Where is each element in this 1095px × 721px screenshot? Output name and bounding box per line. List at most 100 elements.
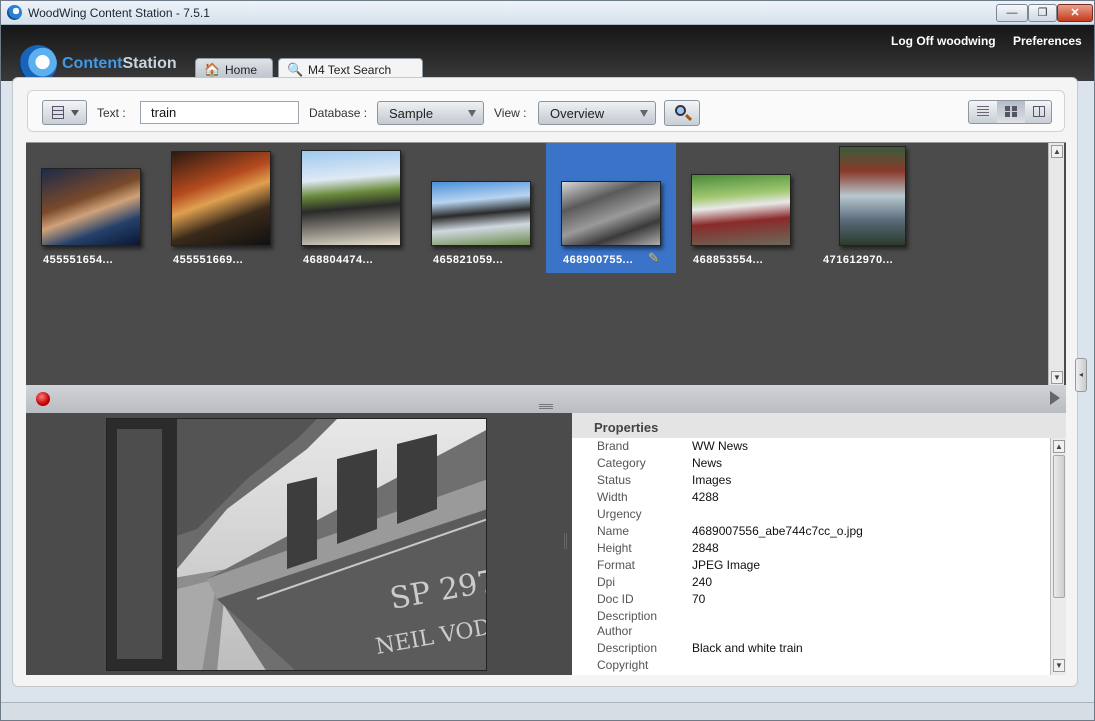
thumbnail-caption: 468853554... bbox=[693, 254, 764, 266]
scroll-down-arrow[interactable]: ▼ bbox=[1051, 371, 1063, 384]
vertical-split-grip-icon[interactable] bbox=[564, 533, 568, 549]
scroll-down-arrow[interactable]: ▼ bbox=[1053, 659, 1065, 672]
split-view-button[interactable] bbox=[1025, 101, 1053, 123]
result-thumbnail[interactable]: 468853554... bbox=[676, 143, 806, 273]
property-value: 4288 bbox=[692, 490, 719, 504]
thumbnail-image bbox=[301, 150, 401, 246]
search-text-input[interactable] bbox=[140, 101, 299, 124]
scroll-up-arrow[interactable]: ▲ bbox=[1051, 145, 1063, 158]
search-icon-handle bbox=[684, 113, 693, 122]
logoff-link[interactable]: Log Off woodwing bbox=[891, 34, 996, 48]
property-label: Width bbox=[597, 490, 628, 504]
thumbnail-image bbox=[171, 151, 271, 246]
property-label: Name bbox=[597, 524, 630, 538]
property-value: Black and white train bbox=[692, 641, 803, 655]
close-button[interactable]: ✕ bbox=[1057, 4, 1093, 22]
text-label: Text : bbox=[97, 106, 126, 120]
thumbnail-caption: 471612970... bbox=[823, 254, 894, 266]
thumbnail-image bbox=[691, 174, 791, 246]
house-icon: 🏠 bbox=[204, 62, 221, 77]
list-view-button[interactable] bbox=[969, 101, 997, 123]
results-scrollbar[interactable]: ▲ ▼ bbox=[1048, 143, 1064, 386]
status-dot-icon[interactable] bbox=[36, 392, 50, 406]
edit-pencil-icon[interactable]: ✎ bbox=[648, 250, 659, 266]
thumbnails-icon bbox=[1005, 106, 1017, 117]
preview-image[interactable]: SP 2979 NEIL VODD bbox=[106, 418, 487, 671]
logo-text-a: Content bbox=[62, 55, 123, 72]
property-label: Doc ID bbox=[597, 592, 634, 606]
view-select[interactable]: Overview bbox=[538, 101, 656, 125]
database-value: Sample bbox=[389, 106, 434, 121]
tab-home-label: Home bbox=[225, 63, 258, 77]
property-label: Description bbox=[597, 641, 658, 655]
thumbnail-image bbox=[431, 181, 531, 246]
split-view-icon bbox=[1033, 106, 1045, 117]
result-thumbnail[interactable]: 471612970... bbox=[806, 143, 936, 273]
search-button[interactable] bbox=[664, 100, 700, 126]
minimize-button[interactable]: — bbox=[996, 4, 1028, 22]
maximize-button[interactable]: ❐ bbox=[1028, 4, 1057, 22]
property-label: Height bbox=[597, 541, 632, 555]
result-thumbnail[interactable]: 468900755... ✎ bbox=[546, 143, 676, 273]
panel-divider[interactable] bbox=[26, 385, 1066, 413]
database-select[interactable]: Sample bbox=[377, 101, 484, 125]
property-label: Status bbox=[597, 473, 632, 487]
search-icon bbox=[675, 105, 686, 116]
thumbnail-view-button[interactable] bbox=[997, 101, 1025, 123]
result-thumbnail[interactable]: 455551654... bbox=[26, 143, 156, 273]
expand-arrow-icon[interactable] bbox=[1050, 391, 1060, 405]
database-label: Database : bbox=[309, 106, 368, 120]
title-bar[interactable]: WoodWing Content Station - 7.5.1 — ❐ ✕ bbox=[1, 1, 1094, 25]
chevron-down-icon bbox=[71, 110, 79, 116]
properties-scrollbar[interactable]: ▲ ▼ bbox=[1050, 438, 1066, 675]
side-panel-toggle[interactable]: ◂ bbox=[1075, 358, 1087, 392]
property-label: Format bbox=[597, 558, 636, 572]
result-thumbnail[interactable]: 455551669... bbox=[156, 143, 286, 273]
thumbnail-caption: 455551654... bbox=[43, 254, 114, 266]
image-preview-pane: SP 2979 NEIL VODD bbox=[26, 413, 572, 675]
layout-menu-button[interactable] bbox=[42, 100, 87, 125]
thumbnail-image bbox=[561, 181, 661, 246]
scroll-up-arrow[interactable]: ▲ bbox=[1053, 440, 1065, 453]
property-label: Dpi bbox=[597, 575, 616, 589]
window-title: WoodWing Content Station - 7.5.1 bbox=[28, 6, 210, 20]
dropdown-arrow-icon bbox=[468, 110, 476, 117]
property-label: Urgency bbox=[597, 507, 642, 521]
app-window: WoodWing Content Station - 7.5.1 — ❐ ✕ C… bbox=[0, 0, 1095, 721]
list-icon bbox=[977, 106, 989, 117]
properties-title: Properties bbox=[594, 420, 659, 435]
view-label: View : bbox=[494, 106, 527, 120]
thumbnail-caption: 465821059... bbox=[433, 254, 504, 266]
thumbnail-image bbox=[41, 168, 141, 246]
property-value: 70 bbox=[692, 592, 706, 606]
properties-pane: Properties Brand WW News Category News Statu… bbox=[572, 413, 1066, 675]
property-value: 4689007556_abe744c7cc_o.jpg bbox=[692, 524, 863, 538]
property-label: Description Author bbox=[597, 609, 658, 638]
grid-icon bbox=[52, 106, 64, 119]
view-value: Overview bbox=[550, 106, 605, 121]
result-thumbnail[interactable]: 468804474... bbox=[286, 143, 416, 273]
magnifier-icon: 🔍 bbox=[287, 62, 304, 77]
property-label: Copyright bbox=[597, 658, 649, 672]
logo-text: ContentStation bbox=[62, 55, 177, 73]
logo-text-b: Station bbox=[122, 55, 177, 72]
thumbnail-caption: 468804474... bbox=[303, 254, 374, 266]
thumbnail-caption: 455551669... bbox=[173, 254, 244, 266]
dropdown-arrow-icon bbox=[640, 110, 648, 117]
preferences-link[interactable]: Preferences bbox=[1013, 34, 1082, 48]
resize-grip-icon[interactable] bbox=[539, 404, 553, 409]
results-grid: 455551654... 455551669... 468804474... 4658… bbox=[26, 142, 1066, 386]
property-value: 2848 bbox=[692, 541, 719, 555]
property-value: News bbox=[692, 456, 723, 470]
tab-search-label: M4 Text Search bbox=[308, 63, 392, 77]
property-value: Images bbox=[692, 473, 732, 487]
search-panel: Text : Database : Sample View : Overview bbox=[12, 77, 1078, 687]
thumbnail-image bbox=[839, 146, 906, 246]
app-icon bbox=[7, 5, 22, 20]
app-header: ContentStation Log Off woodwing Preferen… bbox=[1, 25, 1094, 83]
search-toolbar: Text : Database : Sample View : Overview bbox=[27, 90, 1065, 132]
property-label: Brand bbox=[597, 439, 630, 453]
property-value: JPEG Image bbox=[692, 558, 761, 572]
result-thumbnail[interactable]: 465821059... bbox=[416, 143, 546, 273]
properties-scroll-thumb[interactable] bbox=[1053, 455, 1065, 598]
